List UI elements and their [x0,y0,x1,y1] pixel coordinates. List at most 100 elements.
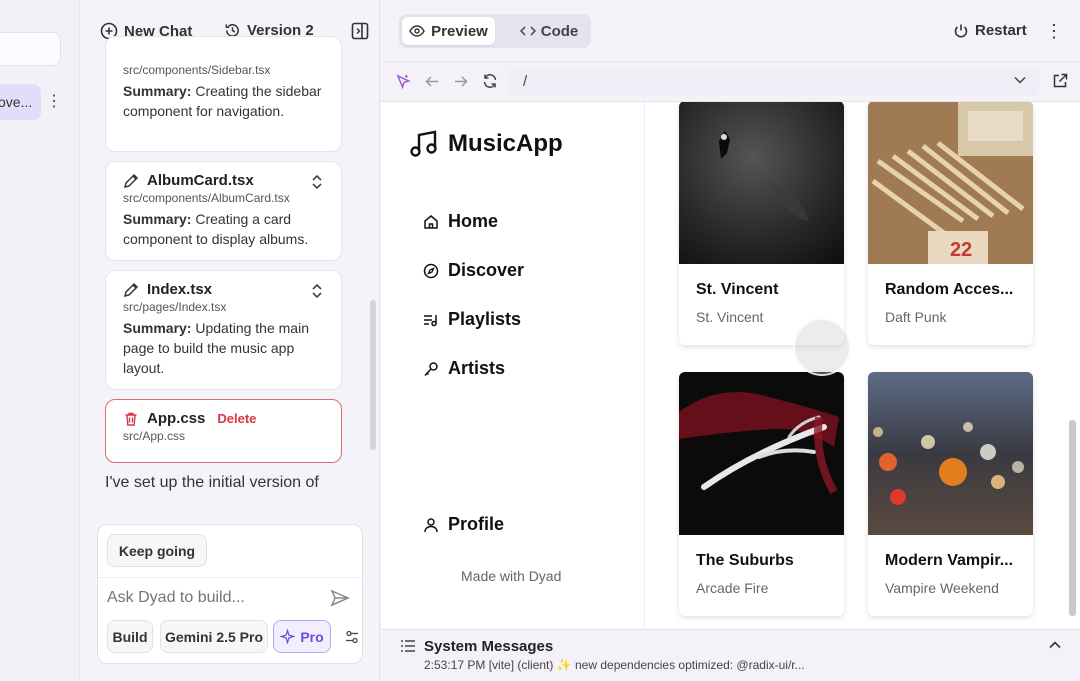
more-options-icon[interactable]: ⋮ [1045,21,1063,42]
nav-label: Artists [448,358,506,378]
expand-chevron-icon[interactable] [311,174,323,190]
chat-scrollbar[interactable] [370,300,376,450]
divider [98,577,362,578]
code-icon [519,25,536,37]
mode-label: Build [112,628,148,645]
mode-button[interactable]: Build [107,620,153,653]
system-message-text: 2:53:17 PM [vite] (client) ✨ new depende… [424,658,805,672]
tab-preview[interactable]: Preview [402,17,495,45]
restart-button[interactable]: Restart [953,22,1027,39]
prompt-input[interactable] [107,583,322,613]
compass-icon [423,263,439,279]
view-tabs: Preview Code [399,14,591,48]
chevron-down-icon[interactable] [1014,76,1026,84]
album-cover [679,102,844,264]
panel-toggle-icon[interactable] [351,22,369,40]
file-summary: Summary: Updating the main page to build… [123,320,309,376]
file-path: src/pages/Index.tsx [123,300,227,314]
album-title: Random Acces... [885,281,1014,298]
file-path: src/components/Sidebar.tsx [123,63,271,77]
file-card[interactable]: AlbumCard.tsx src/components/AlbumCard.t… [105,161,342,261]
tab-code-label: Code [540,22,579,40]
trash-icon [123,411,139,427]
album-artist: Arcade Fire [696,580,769,596]
album-cover [679,372,844,535]
eye-icon [409,24,425,38]
list-icon [401,640,415,652]
projects-strip: ove... ⋮ [0,0,80,681]
assistant-message: I've set up the initial version of [105,474,319,491]
album-card[interactable]: St. Vincent St. Vincent [679,102,844,345]
tab-preview-label: Preview [431,22,488,40]
power-icon [953,23,969,39]
send-icon[interactable] [330,589,350,607]
nav-item-home[interactable]: Home [423,211,498,232]
file-card[interactable]: Index.tsx src/pages/Index.tsx Summary: U… [105,270,342,390]
album-title: St. Vincent [696,281,779,298]
project-search-input[interactable] [0,32,61,66]
model-label: Gemini 2.5 Pro [164,628,264,645]
album-card[interactable]: 22 Random Acces... Daft Punk [868,102,1033,345]
back-arrow-icon[interactable] [425,75,439,88]
system-messages-title: System Messages [424,638,554,655]
music-note-icon [409,129,439,159]
url-text: / [523,73,528,90]
album-cover: 22 [868,102,1033,264]
file-summary: Summary: Creating a card component to di… [123,211,309,247]
nav-item-discover[interactable]: Discover [423,260,524,281]
album-title: The Suburbs [696,552,794,569]
nav-item-playlists[interactable]: Playlists [423,309,521,330]
footer-text: Made with Dyad [461,568,562,584]
nav-item-artists[interactable]: Artists [423,358,505,379]
mic-icon [423,361,439,377]
nav-label: Home [448,211,499,231]
file-summary: Summary: Creating the sidebar component … [123,83,322,119]
external-link-icon[interactable] [1052,73,1068,89]
app-scrollbar[interactable] [1069,420,1076,616]
keep-going-label: Keep going [118,542,196,559]
magic-select-icon[interactable] [395,73,412,90]
album-card[interactable]: Modern Vampir... Vampire Weekend [868,372,1033,616]
svg-text:22: 22 [950,239,972,261]
url-field[interactable]: / [509,68,1039,96]
cursor-indicator [793,318,851,376]
nav-label: Profile [448,514,505,534]
album-title: Modern Vampir... [885,552,1014,569]
reload-icon[interactable] [482,73,498,89]
file-name: App.css [147,410,206,427]
file-delete-card[interactable]: App.css Delete src/App.css [105,399,342,463]
album-artist: Vampire Weekend [885,580,999,596]
pro-button[interactable]: Pro [273,620,331,653]
home-icon [423,214,439,230]
preview-toolbar: Preview Code Restart ⋮ [381,0,1080,62]
more-icon[interactable]: ⋮ [46,92,62,112]
album-cover [868,372,1033,535]
album-card[interactable]: The Suburbs Arcade Fire [679,372,844,616]
project-chip[interactable]: ove... [0,84,41,120]
expand-chevron-icon[interactable] [311,283,323,299]
system-messages-panel[interactable]: System Messages 2:53:17 PM [vite] (clien… [381,629,1080,681]
app-name: MusicApp [448,130,563,157]
file-path: src/components/AlbumCard.tsx [123,191,290,205]
sparkle-icon [280,629,296,644]
user-icon [423,517,439,533]
nav-item-profile[interactable]: Profile [423,514,504,535]
album-artist: Daft Punk [885,309,947,325]
keep-going-button[interactable]: Keep going [107,534,207,567]
forward-arrow-icon[interactable] [454,75,468,88]
album-artist: St. Vincent [696,309,764,325]
file-name: AlbumCard.tsx [147,172,254,189]
app-preview: MusicApp Home Discover Playlists Artists [381,102,1080,629]
nav-label: Discover [448,260,525,280]
pencil-icon [123,282,139,298]
settings-sliders-icon[interactable] [344,629,360,645]
file-card[interactable]: src/components/Sidebar.tsx Summary: Crea… [105,36,342,152]
chevron-up-icon[interactable] [1049,641,1061,649]
model-select[interactable]: Gemini 2.5 Pro [160,620,268,653]
app-logo[interactable]: MusicApp [409,129,563,159]
tab-code[interactable]: Code [509,17,589,45]
pro-label: Pro [300,628,324,645]
chat-panel: New Chat Version 2 src/components/Sideba… [81,0,380,681]
playlist-icon [423,312,439,328]
restart-label: Restart [975,22,1027,39]
